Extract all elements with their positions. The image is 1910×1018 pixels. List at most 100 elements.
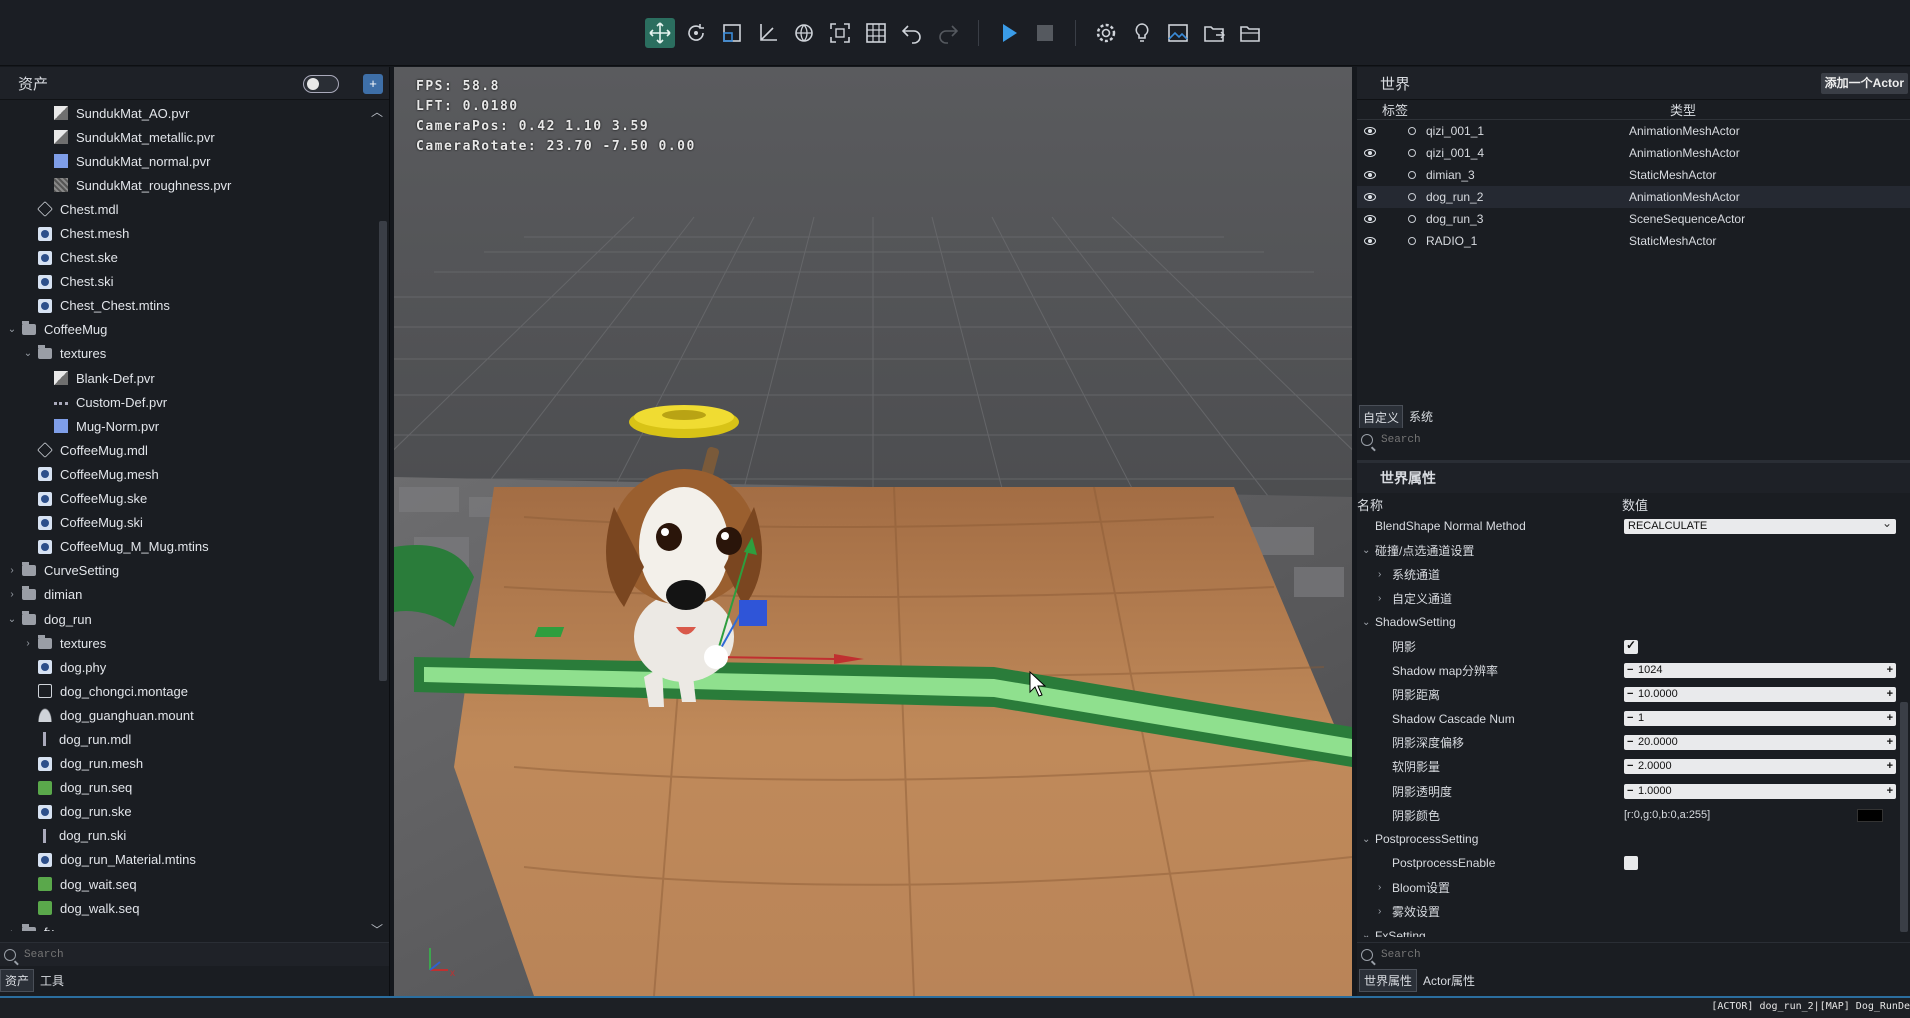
asset-tree-item[interactable]: dog_run.mesh bbox=[0, 752, 378, 776]
asset-tree-item[interactable]: dog_run.ske bbox=[0, 800, 378, 824]
increment-icon[interactable]: + bbox=[1887, 687, 1893, 702]
asset-tree-item[interactable]: dog_run.seq bbox=[0, 776, 378, 800]
asset-tree-item[interactable]: SundukMat_roughness.pvr bbox=[0, 173, 378, 197]
asset-tree-item[interactable]: dog_run_Material.mtins bbox=[0, 848, 378, 872]
decrement-icon[interactable]: − bbox=[1627, 735, 1633, 750]
number-stepper[interactable]: −20.0000 + bbox=[1624, 735, 1896, 751]
props-search-input[interactable] bbox=[1381, 948, 1681, 961]
asset-tree-item[interactable]: CoffeeMug.ski bbox=[0, 511, 378, 535]
chevron-right-icon[interactable]: › bbox=[1378, 906, 1381, 917]
increment-icon[interactable]: + bbox=[1887, 759, 1893, 774]
decrement-icon[interactable]: − bbox=[1627, 711, 1633, 726]
actor-row[interactable]: dimian_3 StaticMeshActor bbox=[1357, 164, 1910, 186]
decrement-icon[interactable]: − bbox=[1627, 759, 1633, 774]
scroll-down-icon[interactable]: ﹀ bbox=[371, 921, 383, 938]
actor-row[interactable]: dog_run_3 SceneSequenceActor bbox=[1357, 208, 1910, 230]
actor-row[interactable]: RADIO_1 StaticMeshActor bbox=[1357, 230, 1910, 252]
tab-system[interactable]: 系统 bbox=[1406, 405, 1436, 430]
decrement-icon[interactable]: − bbox=[1627, 687, 1633, 702]
asset-tree-item[interactable]: dog_walk.seq bbox=[0, 896, 378, 920]
folder-export-icon[interactable] bbox=[1199, 18, 1229, 48]
asset-tree-item[interactable]: SundukMat_AO.pvr bbox=[0, 101, 378, 125]
eye-icon[interactable] bbox=[1364, 149, 1376, 157]
settings-icon[interactable] bbox=[1091, 18, 1121, 48]
add-asset-button[interactable]: + bbox=[363, 74, 383, 94]
tab-custom[interactable]: 自定义 bbox=[1359, 405, 1404, 430]
actor-row[interactable]: qizi_001_4 AnimationMeshActor bbox=[1357, 142, 1910, 164]
asset-tree-item[interactable]: ⌄ dog_run bbox=[0, 607, 378, 631]
asset-tree-item[interactable]: ⌄ textures bbox=[0, 342, 378, 366]
move-icon[interactable] bbox=[645, 17, 675, 48]
chevron-down-icon[interactable]: ⌄ bbox=[6, 324, 18, 335]
scale-icon[interactable] bbox=[717, 18, 747, 48]
actor-row[interactable]: qizi_001_1 AnimationMeshActor bbox=[1357, 120, 1910, 142]
chevron-down-icon[interactable]: ⌄ bbox=[1362, 617, 1370, 628]
normal-method-select[interactable]: RECALCULATE bbox=[1624, 516, 1896, 534]
chevron-right-icon[interactable]: › bbox=[22, 638, 34, 649]
asset-tree-item[interactable]: Chest.mesh bbox=[0, 221, 378, 245]
number-stepper[interactable]: −1 + bbox=[1624, 711, 1896, 727]
asset-tree-item[interactable]: › dimian bbox=[0, 583, 378, 607]
scrollbar-thumb[interactable] bbox=[379, 221, 387, 681]
number-value[interactable]: 1024 bbox=[1638, 664, 1662, 676]
color-swatch[interactable] bbox=[1857, 808, 1883, 822]
number-value[interactable]: 1 bbox=[1638, 712, 1644, 724]
scene-viewport[interactable]: FPS: 58.8 LFT: 0.0180 CameraPos: 0.42 1.… bbox=[394, 67, 1352, 996]
checkbox[interactable] bbox=[1624, 638, 1638, 654]
play-icon[interactable] bbox=[994, 18, 1024, 48]
redo-icon[interactable] bbox=[933, 18, 963, 48]
chevron-down-icon[interactable]: ⌄ bbox=[1362, 834, 1370, 845]
asset-tree-item[interactable]: dog_guanghuan.mount bbox=[0, 703, 378, 727]
increment-icon[interactable]: + bbox=[1887, 735, 1893, 750]
chevron-right-icon[interactable]: › bbox=[1378, 569, 1381, 580]
globe-icon[interactable] bbox=[789, 18, 819, 48]
number-value[interactable]: 1.0000 bbox=[1638, 785, 1672, 797]
chevron-down-icon[interactable]: ⌄ bbox=[6, 614, 18, 625]
chevron-right-icon[interactable]: › bbox=[6, 589, 18, 600]
increment-icon[interactable]: + bbox=[1887, 711, 1893, 726]
props-scrollbar[interactable] bbox=[1900, 512, 1908, 934]
asset-tree-item[interactable]: CoffeeMug.ske bbox=[0, 487, 378, 511]
scroll-up-icon[interactable]: ︿ bbox=[371, 103, 383, 120]
world-search-input[interactable] bbox=[1381, 434, 1681, 446]
assets-scrollbar[interactable] bbox=[379, 111, 387, 911]
asset-tree-item[interactable]: CoffeeMug.mdl bbox=[0, 438, 378, 462]
add-actor-button[interactable]: 添加一个Actor bbox=[1820, 73, 1908, 94]
grid-icon[interactable] bbox=[861, 18, 891, 48]
assets-toggle[interactable] bbox=[303, 75, 339, 93]
eye-icon[interactable] bbox=[1364, 215, 1376, 223]
asset-tree-item[interactable]: › textures bbox=[0, 631, 378, 655]
number-value[interactable]: 2.0000 bbox=[1638, 760, 1672, 772]
increment-icon[interactable]: + bbox=[1887, 784, 1893, 799]
tab-world-props[interactable]: 世界属性 bbox=[1359, 968, 1418, 992]
decrement-icon[interactable]: − bbox=[1627, 784, 1633, 799]
asset-tree-item[interactable]: CoffeeMug_M_Mug.mtins bbox=[0, 535, 378, 559]
focus-icon[interactable] bbox=[825, 18, 855, 48]
number-stepper[interactable]: −1.0000 + bbox=[1624, 783, 1896, 799]
tab-tools[interactable]: 工具 bbox=[36, 970, 68, 991]
chevron-right-icon[interactable]: › bbox=[1378, 882, 1381, 893]
asset-tree-item[interactable]: dog_wait.seq bbox=[0, 872, 378, 896]
light-icon[interactable] bbox=[1127, 18, 1157, 48]
asset-tree-item[interactable]: Chest.mdl bbox=[0, 197, 378, 221]
undo-icon[interactable] bbox=[897, 18, 927, 48]
asset-tree-item[interactable]: Mug-Norm.pvr bbox=[0, 414, 378, 438]
asset-tree-item[interactable]: CoffeeMug.mesh bbox=[0, 462, 378, 486]
number-stepper[interactable]: −2.0000 + bbox=[1624, 759, 1896, 775]
chevron-right-icon[interactable]: › bbox=[6, 565, 18, 576]
chevron-down-icon[interactable]: ⌄ bbox=[1362, 545, 1370, 556]
decrement-icon[interactable]: − bbox=[1627, 663, 1633, 678]
chevron-right-icon[interactable]: › bbox=[6, 927, 18, 931]
asset-tree-item[interactable]: Custom-Def.pvr bbox=[0, 390, 378, 414]
tab-assets[interactable]: 资产 bbox=[0, 968, 35, 992]
transform-axis-icon[interactable] bbox=[753, 18, 783, 48]
asset-tree-item[interactable]: › CurveSetting bbox=[0, 559, 378, 583]
chevron-down-icon[interactable]: ⌄ bbox=[22, 348, 34, 359]
image-icon[interactable] bbox=[1163, 18, 1193, 48]
asset-tree-item[interactable]: SundukMat_normal.pvr bbox=[0, 149, 378, 173]
asset-tree-item[interactable]: Chest.ski bbox=[0, 270, 378, 294]
chevron-down-icon[interactable]: ⌄ bbox=[1362, 930, 1370, 937]
asset-tree-item[interactable]: › fx bbox=[0, 920, 378, 931]
asset-tree-item[interactable]: SundukMat_metallic.pvr bbox=[0, 125, 378, 149]
number-value[interactable]: 20.0000 bbox=[1638, 736, 1678, 748]
